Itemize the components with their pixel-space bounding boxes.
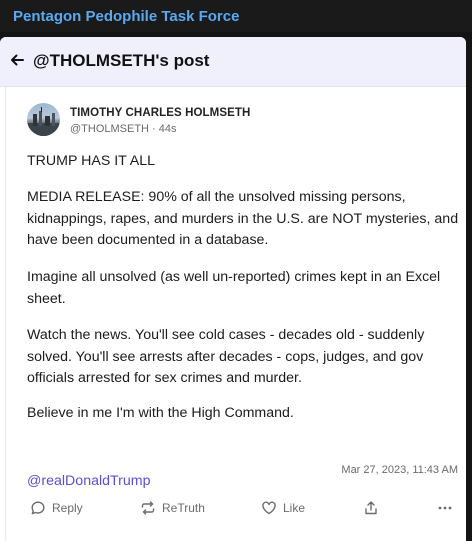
post-card: @THOLMSETH's post TIMOTHY CHARLES HOLMSE…	[0, 37, 466, 541]
post-paragraph: MEDIA RELEASE: 90% of all the unsolved m…	[27, 189, 459, 248]
share-button[interactable]	[363, 500, 379, 516]
arrow-left-icon[interactable]	[9, 52, 25, 68]
action-bar: Reply ReTruth Like	[0, 500, 466, 530]
retruth-button[interactable]: ReTruth	[140, 500, 205, 516]
author-display-name[interactable]: TIMOTHY CHARLES HOLMSETH	[70, 107, 250, 119]
post-header-title: @THOLMSETH's post	[33, 51, 210, 70]
heart-icon	[262, 501, 276, 515]
post-paragraph: Watch the news. You'll see cold cases - …	[27, 327, 425, 386]
reply-button[interactable]: Reply	[30, 500, 83, 516]
author-handle-time: @THOLMSETH · 44s	[70, 123, 177, 135]
retruth-label: ReTruth	[162, 501, 205, 515]
reply-label: Reply	[52, 501, 83, 515]
mention-link[interactable]: @realDonaldTrump	[27, 473, 150, 489]
avatar[interactable]	[27, 103, 60, 136]
post-timestamp[interactable]: Mar 27, 2023, 11:43 AM	[341, 464, 458, 476]
like-button[interactable]: Like	[261, 500, 305, 516]
window-title: Pentagon Pedophile Task Force	[13, 8, 240, 25]
post-paragraph: Believe in me I'm with the High Command.	[27, 405, 294, 421]
more-dots-icon	[438, 506, 452, 510]
post-paragraph: TRUMP HAS IT ALL	[27, 153, 155, 169]
avatar-image-icon	[27, 107, 60, 136]
more-options-button[interactable]	[437, 500, 453, 516]
post-header: @THOLMSETH's post	[0, 37, 466, 87]
post-paragraph: Imagine all unsolved (as well un-reporte…	[27, 269, 441, 307]
speech-bubble-icon	[31, 501, 45, 515]
repost-arrows-icon	[141, 501, 155, 515]
like-label: Like	[283, 501, 306, 515]
window-title-bar: Pentagon Pedophile Task Force	[0, 0, 472, 32]
share-icon	[365, 501, 377, 515]
